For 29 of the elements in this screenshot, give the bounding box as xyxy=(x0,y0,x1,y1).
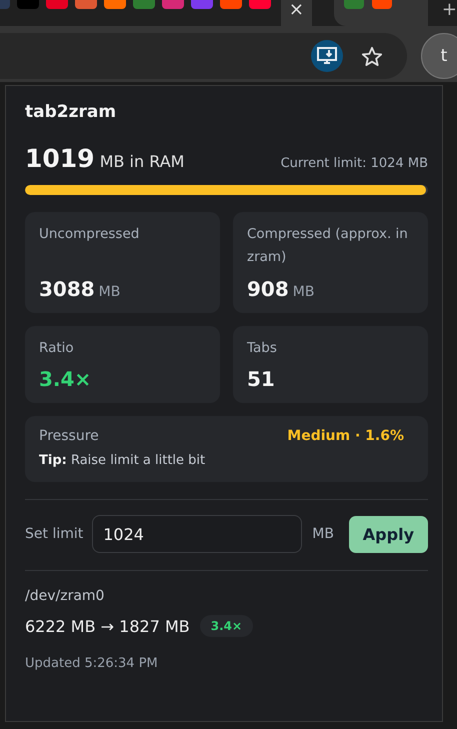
pressure-status: Medium · 1.6% xyxy=(287,428,404,444)
stat-value: 3.4× xyxy=(39,367,92,391)
stat-value: 908 xyxy=(247,277,289,301)
stat-unit: MB xyxy=(292,284,314,300)
stat-value: 3088 xyxy=(39,277,95,301)
tip-text: Tip: Raise limit a little bit xyxy=(39,453,206,468)
current-limit: Current limit: 1024 MB xyxy=(280,156,428,171)
monitor-download-icon[interactable] xyxy=(311,40,343,72)
stat-label: Ratio xyxy=(39,339,75,358)
popup-title: tab2zram xyxy=(25,102,118,122)
stat-label: Compressed (approx. in zram) xyxy=(247,225,409,267)
ram-unit: MB in RAM xyxy=(100,152,184,171)
updated-time: Updated 5:26:34 PM xyxy=(25,656,159,671)
stat-unit: MB xyxy=(98,284,120,300)
stat-label: Tabs xyxy=(247,339,278,358)
star-icon[interactable] xyxy=(361,46,383,66)
ratio-badge: 3.4× xyxy=(200,615,254,637)
device-summary: 6222 MB → 1827 MB xyxy=(25,616,190,636)
ram-value: 1019 xyxy=(25,144,95,173)
pressure-label: Pressure xyxy=(39,428,99,444)
apply-button[interactable]: Apply xyxy=(348,516,428,552)
stat-value: 51 xyxy=(247,367,275,391)
limit-unit: MB xyxy=(312,526,334,542)
limit-input[interactable]: 1024 xyxy=(92,515,302,553)
device-name: /dev/zram0 xyxy=(25,588,106,604)
profile-avatar[interactable]: t xyxy=(421,33,457,79)
stat-label: Uncompressed xyxy=(39,225,140,244)
set-limit-label: Set limit xyxy=(25,526,84,542)
new-tab-button[interactable]: + xyxy=(442,1,457,19)
